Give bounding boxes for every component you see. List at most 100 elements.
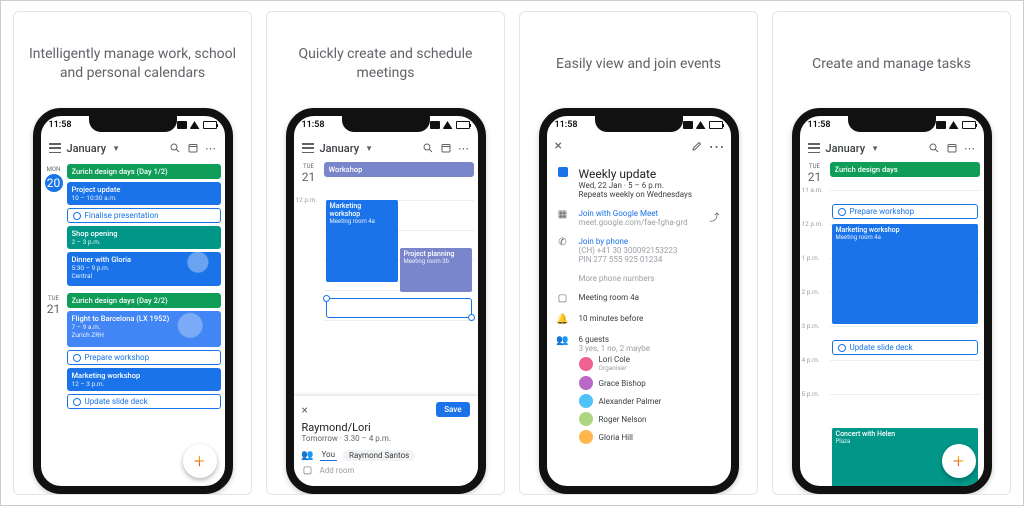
overflow-icon[interactable]: ⋯ <box>711 140 723 152</box>
guest-row[interactable]: Lori ColeOrganiser <box>579 353 721 374</box>
more-phones[interactable]: More phone numbers <box>579 274 721 283</box>
guest-name: Alexander Palmer <box>599 397 662 406</box>
promo-card: Easily view and join events 11:58 × ⋯ We… <box>519 11 758 495</box>
caption: Create and manage tasks <box>800 12 983 108</box>
task-chip[interactable]: Finalise presentation <box>67 208 221 223</box>
event-title: Project planning <box>404 250 468 258</box>
dow: TUE <box>800 163 830 170</box>
task-chip[interactable]: Update slide deck <box>832 340 978 355</box>
event-subtitle: Zurich ZRH <box>72 331 216 339</box>
month-dropdown[interactable]: January <box>826 142 866 155</box>
close-icon[interactable]: × <box>555 138 562 154</box>
phone-icon: ✆ <box>557 237 569 248</box>
event-chip[interactable]: Dinner with Gloria 5:30 – 9 p.m. Central <box>67 252 221 286</box>
app-bar: January ▼ ⋯ <box>294 134 478 162</box>
menu-icon[interactable] <box>808 143 820 153</box>
event-chip[interactable]: Marketing workshop12 – 3 p.m. <box>67 368 221 391</box>
guest-name: Lori Cole <box>599 355 630 364</box>
avatar <box>579 394 593 408</box>
sheet-title[interactable]: Raymond/Lori <box>302 421 470 434</box>
today-icon[interactable] <box>946 142 958 154</box>
reminder-text: 10 minutes before <box>579 314 721 323</box>
event-title: Marketing workshop <box>836 226 974 234</box>
drag-handle-icon[interactable] <box>323 295 330 302</box>
event-block[interactable]: Project planningMeeting room 3b <box>400 248 472 292</box>
task-title: Prepare workshop <box>85 353 150 362</box>
event-title: Dinner with Gloria <box>72 255 216 264</box>
hour-label: 4 p.m. <box>802 356 820 364</box>
task-chip[interactable]: Prepare workshop <box>67 350 221 365</box>
wifi-icon <box>949 121 959 129</box>
guest-row[interactable]: Alexander Palmer <box>579 392 721 410</box>
menu-icon[interactable] <box>302 143 314 153</box>
join-meet-link[interactable]: Join with Google Meet <box>579 209 699 218</box>
event-title: Marketing workshop <box>72 371 216 380</box>
notch <box>848 116 936 132</box>
quick-create-sheet: × Save Raymond/Lori Tomorrow · 3.30 – 4 … <box>294 396 478 486</box>
event-subtitle: 10 – 10:30 a.m. <box>72 194 216 202</box>
notch <box>342 116 430 132</box>
task-chip[interactable]: Update slide deck <box>67 394 221 409</box>
day-view[interactable]: TUE 21 Workshop 12 p.m. Marketing worksh… <box>294 162 478 486</box>
task-chip[interactable]: Prepare workshop <box>832 204 978 219</box>
save-button[interactable]: Save <box>436 402 469 417</box>
new-event-drag[interactable] <box>326 298 472 318</box>
overflow-icon[interactable]: ⋯ <box>458 142 470 154</box>
event-chip[interactable]: Shop opening2 – 3 p.m. <box>67 226 221 249</box>
month-dropdown[interactable]: January <box>320 142 360 155</box>
overflow-icon[interactable]: ⋯ <box>205 142 217 154</box>
schedule-view[interactable]: MON 20 Zurich design days (Day 1/2) Proj… <box>41 162 225 486</box>
battery-icon <box>456 121 470 129</box>
overflow-icon[interactable]: ⋯ <box>964 142 976 154</box>
event-repeat: Repeats weekly on Wednesdays <box>579 190 721 199</box>
avatar <box>579 376 593 390</box>
share-icon[interactable]: ⤴ <box>709 209 721 224</box>
add-room-button[interactable]: Add room <box>320 466 355 475</box>
fab-create[interactable]: + <box>183 444 217 478</box>
menu-icon[interactable] <box>49 143 61 153</box>
search-icon[interactable] <box>928 142 940 154</box>
event-chip[interactable]: Project update10 – 10:30 a.m. <box>67 182 221 205</box>
guest-chip[interactable]: You <box>320 449 338 461</box>
allday-event[interactable]: Zurich design days <box>830 162 980 177</box>
plus-icon: + <box>953 449 964 473</box>
fab-create[interactable]: + <box>942 444 976 478</box>
wifi-icon <box>190 121 200 129</box>
search-icon[interactable] <box>422 142 434 154</box>
room-icon: ▢ <box>557 293 569 304</box>
event-detail[interactable]: Weekly update Wed, 22 Jan · 5 – 6 p.m. R… <box>547 158 731 486</box>
allday-event[interactable]: Workshop <box>324 162 474 177</box>
task-title: Finalise presentation <box>85 211 159 220</box>
month-dropdown[interactable]: January <box>67 142 107 155</box>
task-ring-icon <box>73 354 81 362</box>
status-icons <box>430 121 470 129</box>
event-chip[interactable]: Flight to Barcelona (LX 1952) 7 – 9 a.m.… <box>67 311 221 347</box>
hour-label: 12 p.m. <box>296 196 318 204</box>
today-icon[interactable] <box>440 142 452 154</box>
guest-chip[interactable]: Raymond Santos <box>343 450 415 461</box>
task-ring-icon <box>838 344 846 352</box>
wifi-icon <box>443 121 453 129</box>
guest-row[interactable]: Grace Bishop <box>579 374 721 392</box>
guest-row[interactable]: Roger Nelson <box>579 410 721 428</box>
dow: TUE <box>294 163 324 170</box>
event-block[interactable]: Marketing workshopMeeting room 4a <box>326 200 398 282</box>
avatar <box>579 357 593 371</box>
join-phone-link[interactable]: Join by phone <box>579 237 721 246</box>
drag-handle-icon[interactable] <box>468 314 475 321</box>
event-chip[interactable]: Zurich design days (Day 1/2) <box>67 164 221 179</box>
event-chip[interactable]: Zurich design days (Day 2/2) <box>67 293 221 308</box>
notch <box>595 116 683 132</box>
chevron-down-icon: ▼ <box>112 144 120 153</box>
close-icon[interactable]: × <box>302 403 308 417</box>
today-icon[interactable] <box>187 142 199 154</box>
event-title: Zurich design days (Day 2/2) <box>72 296 216 305</box>
day-view[interactable]: TUE 21 Zurich design days 11 a.m. 12 p.m… <box>800 162 984 486</box>
guest-row[interactable]: Gloria Hill <box>579 428 721 446</box>
task-title: Update slide deck <box>850 343 913 352</box>
caption: Intelligently manage work, school and pe… <box>14 12 251 108</box>
edit-icon[interactable] <box>691 140 703 152</box>
search-icon[interactable] <box>169 142 181 154</box>
event-block[interactable]: Marketing workshopMeeting room 4a <box>832 224 978 324</box>
day-number: 21 <box>41 302 67 316</box>
